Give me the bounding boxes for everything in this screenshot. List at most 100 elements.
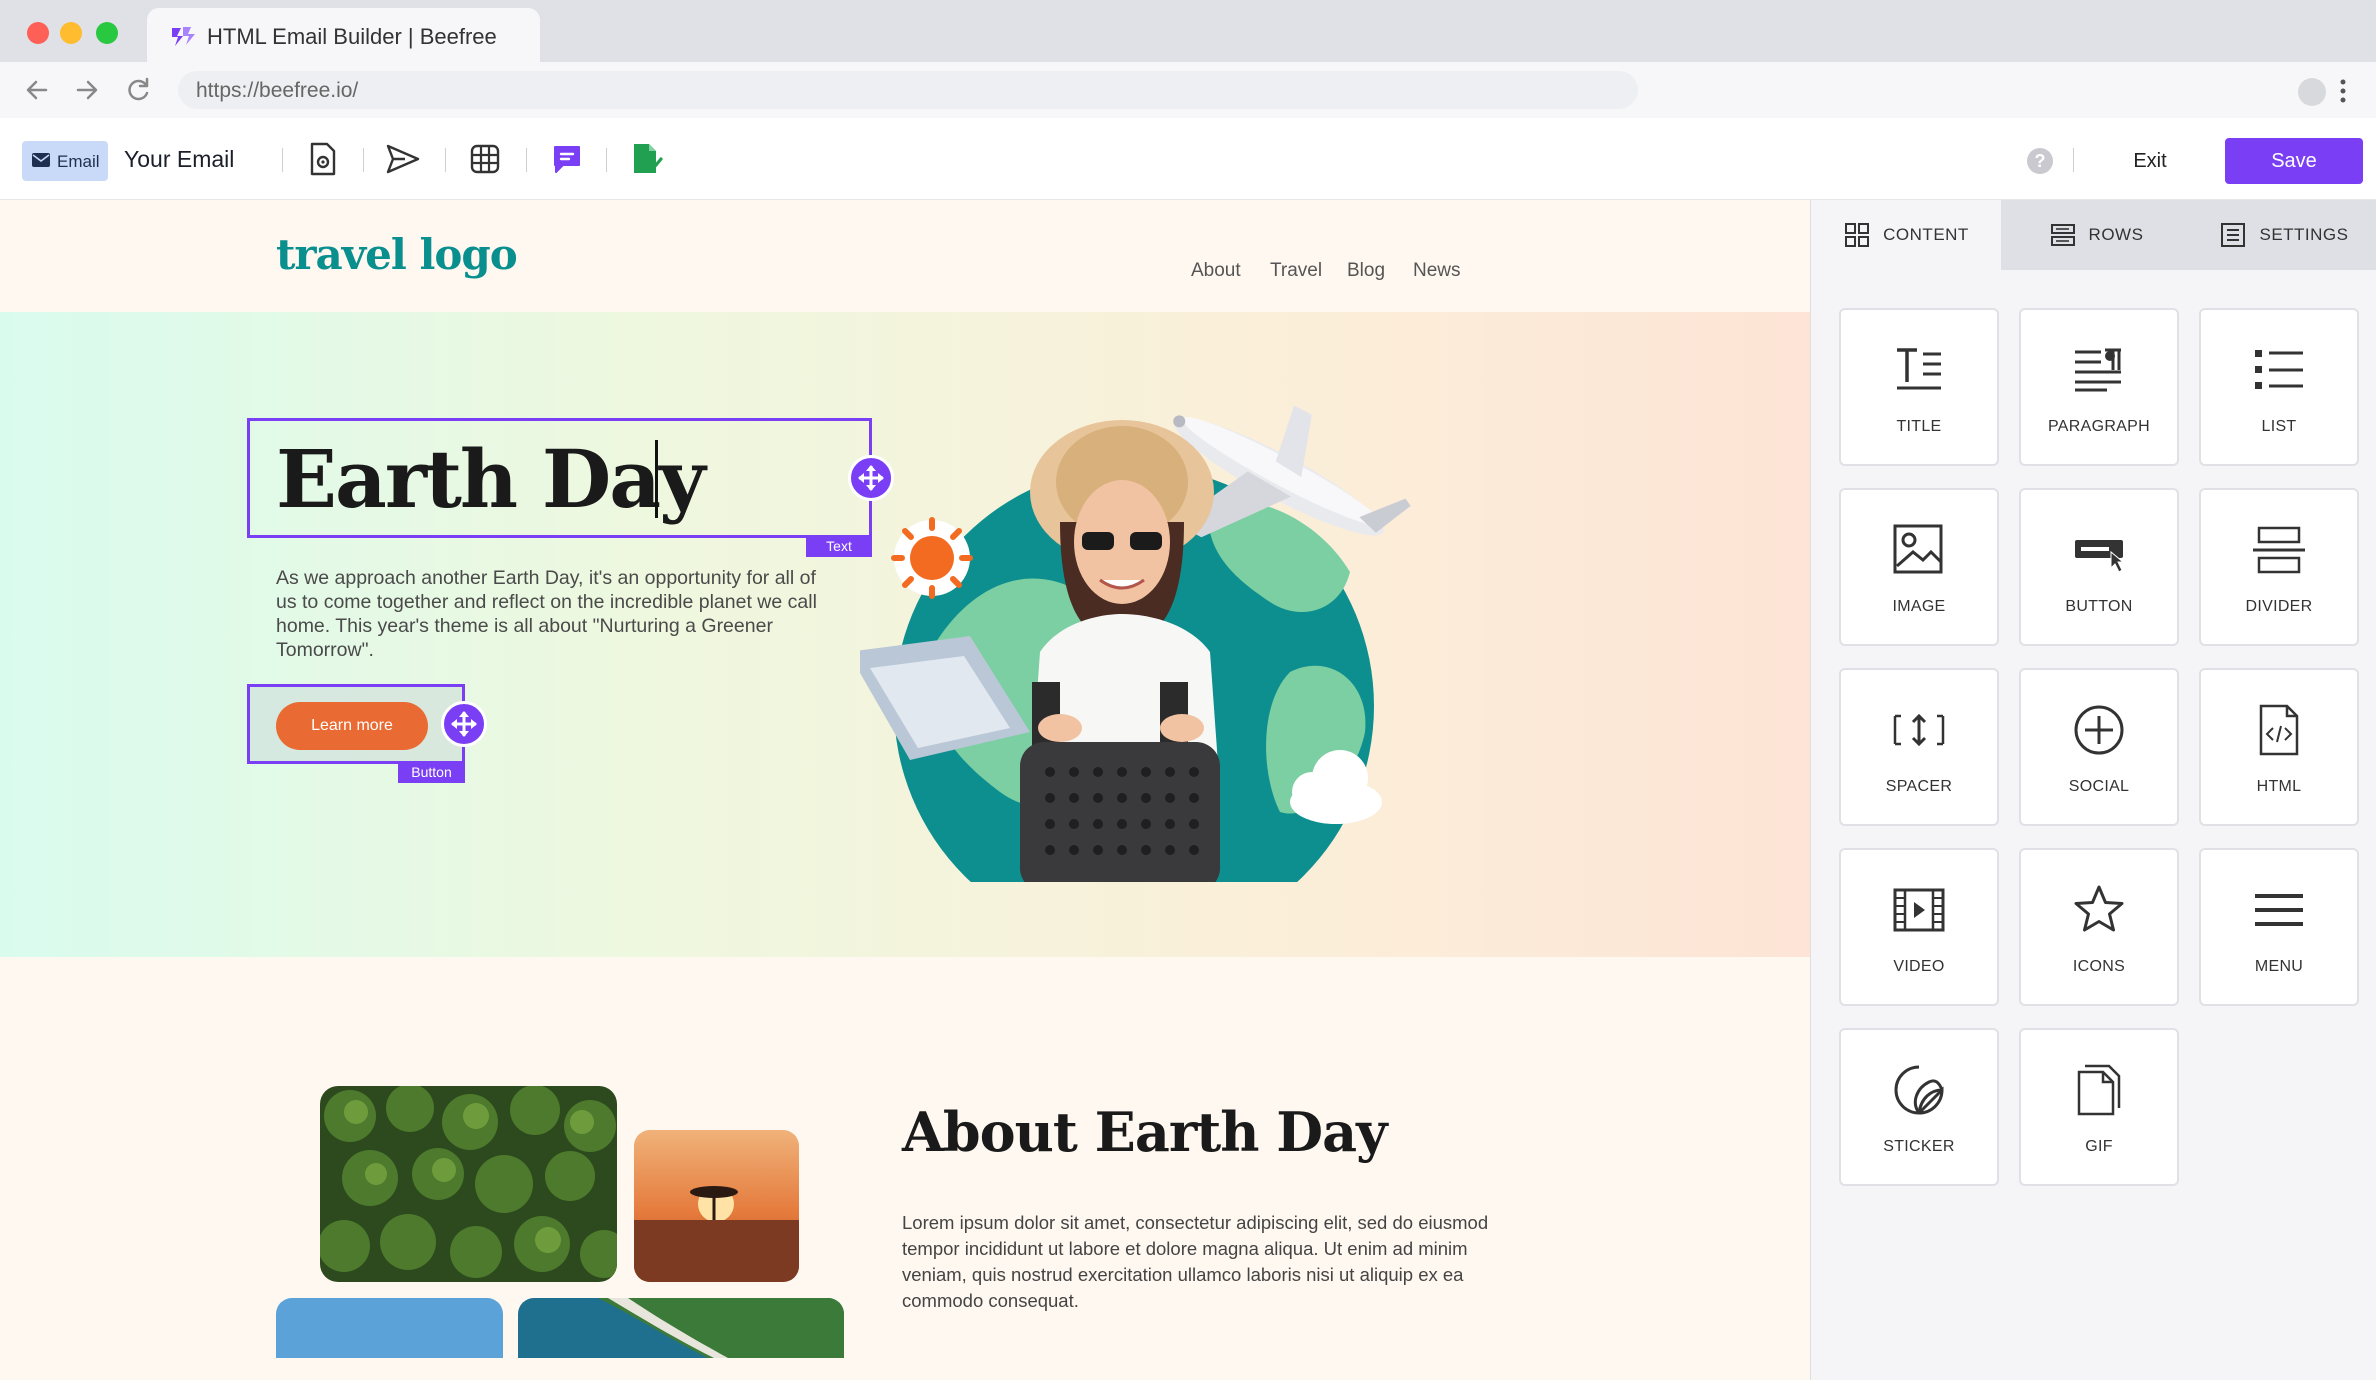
tab-rows[interactable]: ROWS [2001,200,2191,270]
html-code-icon [2259,704,2299,756]
approval-button[interactable] [628,140,666,178]
tab-title: HTML Email Builder | Beefree [207,24,497,49]
sun-sticker [891,517,973,599]
block-list[interactable]: LIST [2199,308,2359,466]
block-gif[interactable]: GIF [2019,1028,2179,1186]
video-icon [1893,888,1945,932]
block-title-label: TITLE [1896,418,1942,435]
email-type-chip[interactable]: Email [22,141,108,181]
block-spacer[interactable]: SPACER [1839,668,1999,826]
block-gif-label: GIF [2085,1138,2113,1155]
about-heading[interactable]: About Earth Day [902,1100,1387,1164]
sunset-image[interactable] [634,1130,799,1282]
about-paragraph[interactable]: Lorem ipsum dolor sit amet, consectetur … [902,1210,1492,1314]
block-html-label: HTML [2256,778,2302,795]
block-social[interactable]: SOCIAL [2019,668,2179,826]
email-canvas: travel logo About Travel Blog News Earth… [0,200,1810,1380]
hero-headline[interactable]: Earth Day [276,432,706,526]
button-icon [2075,540,2125,573]
block-paragraph-label: PARAGRAPH [2048,418,2150,435]
nav-link-travel[interactable]: Travel [1270,260,1322,282]
send-test-button[interactable] [384,140,422,178]
block-video-label: VIDEO [1893,958,1945,975]
block-divider[interactable]: DIVIDER [2199,488,2359,646]
title-icon [1897,348,1941,390]
block-menu[interactable]: MENU [2199,848,2359,1006]
block-html[interactable]: HTML [2199,668,2359,826]
block-button-label: BUTTON [2065,598,2133,615]
save-button[interactable]: Save [2225,138,2363,184]
toolbar-divider [2073,148,2074,172]
close-window-button[interactable] [27,22,49,44]
reload-icon[interactable] [124,76,154,104]
beefree-logo-icon [172,27,195,46]
toolbar-divider [526,148,527,172]
button-move-handle[interactable] [441,701,487,747]
block-image[interactable]: IMAGE [1839,488,1999,646]
editor-toolbar: Email Your Email ? Exit Save [0,118,2376,200]
forward-arrow-icon[interactable] [72,76,102,104]
divider-icon [2253,526,2305,574]
email-name[interactable]: Your Email [124,146,234,173]
profile-avatar[interactable] [2298,78,2326,106]
more-menu-icon[interactable] [2338,76,2348,106]
grid-icon [470,144,500,174]
paragraph-icon [2075,348,2121,392]
block-title[interactable]: TITLE [1839,308,1999,466]
help-icon[interactable]: ? [2027,148,2053,174]
toolbar-divider [363,148,364,172]
block-menu-label: MENU [2254,958,2304,975]
maximize-window-button[interactable] [96,22,118,44]
block-divider-label: DIVIDER [2245,598,2313,615]
exit-button[interactable]: Exit [2112,144,2188,178]
structure-button[interactable] [466,140,504,178]
learn-more-button[interactable]: Learn more [276,702,428,750]
content-grid-icon [1845,223,1870,247]
travel-logo[interactable]: travel logo [276,230,518,279]
comment-icon [554,146,580,173]
block-paragraph[interactable]: PARAGRAPH [2019,308,2179,466]
email-chip-label: Email [57,152,100,171]
block-sticker-label: STICKER [1883,1138,1955,1155]
sky-image[interactable] [276,1298,503,1358]
block-button[interactable]: BUTTON [2019,488,2179,646]
address-bar-row: https://beefree.io/ [0,62,2376,118]
nav-link-blog[interactable]: Blog [1347,260,1385,282]
toolbar-divider [282,148,283,172]
forest-image[interactable] [320,1086,617,1282]
email-header[interactable]: travel logo About Travel Blog News [0,200,1810,312]
hero-section[interactable]: Earth Day Text As we approach another Ea… [0,312,1810,957]
panel-tabs: CONTENT ROWS SETTINGS [1811,200,2376,270]
block-social-label: SOCIAL [2068,778,2130,795]
block-sticker[interactable]: STICKER [1839,1028,1999,1186]
block-icons-label: ICONS [2072,958,2126,975]
tab-settings[interactable]: SETTINGS [2191,200,2376,270]
block-icons[interactable]: ICONS [2019,848,2179,1006]
settings-list-icon [2221,223,2246,247]
preview-button[interactable] [304,140,342,178]
url-field[interactable]: https://beefree.io/ [178,71,1638,109]
minimize-window-button[interactable] [60,22,82,44]
toolbar-divider [445,148,446,172]
hero-paragraph[interactable]: As we approach another Earth Day, it's a… [276,566,836,662]
hero-illustration[interactable] [860,352,1520,882]
social-plus-icon [2074,705,2124,755]
tab-content-label: CONTENT [1883,225,1969,244]
button-block-tag: Button [398,761,465,783]
nav-link-about[interactable]: About [1191,260,1241,282]
browser-titlebar: HTML Email Builder | Beefree [0,0,2376,62]
block-video[interactable]: VIDEO [1839,848,1999,1006]
browser-tab[interactable]: HTML Email Builder | Beefree [147,8,540,62]
image-icon [1893,524,1943,574]
coast-image[interactable] [518,1298,844,1358]
block-list-label: LIST [2261,418,2297,435]
comments-button[interactable] [548,140,586,178]
nav-link-news[interactable]: News [1413,260,1461,282]
url-text: https://beefree.io/ [196,79,359,102]
envelope-icon [32,153,50,167]
tab-content[interactable]: CONTENT [1811,200,2001,270]
back-arrow-icon[interactable] [22,76,52,104]
toolbar-divider [606,148,607,172]
preview-document-icon [310,142,336,176]
spacer-icon [1893,713,1945,747]
